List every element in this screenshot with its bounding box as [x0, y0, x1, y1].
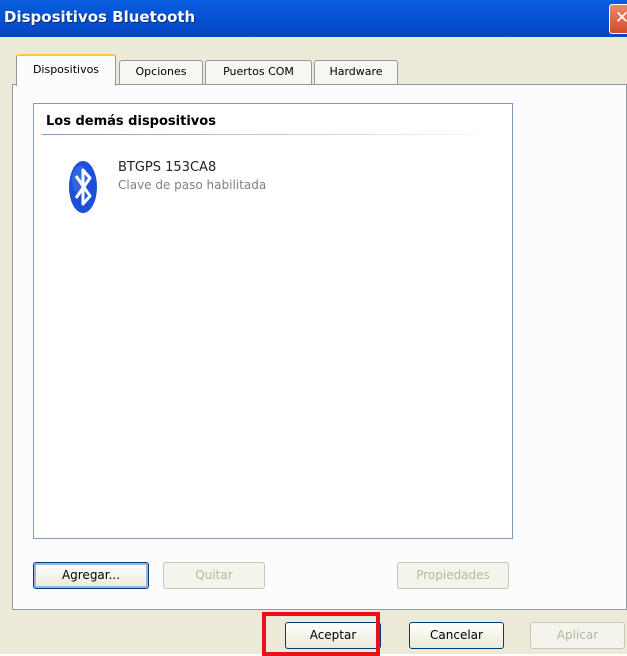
- properties-button[interactable]: Propiedades: [397, 562, 509, 589]
- bluetooth-icon: [69, 161, 97, 213]
- bluetooth-devices-dialog: Dispositivos Bluetooth ✕ Dispositivos Op…: [0, 0, 627, 656]
- tab-label: Opciones: [135, 65, 187, 78]
- tab-label: Hardware: [329, 65, 383, 78]
- highlight-box: [262, 612, 380, 656]
- tab-puertos-com[interactable]: Puertos COM: [205, 60, 312, 84]
- tab-dispositivos[interactable]: Dispositivos: [16, 54, 116, 86]
- window-title: Dispositivos Bluetooth: [4, 8, 196, 26]
- title-bar[interactable]: Dispositivos Bluetooth ✕: [0, 0, 627, 37]
- remove-button[interactable]: Quitar: [163, 562, 265, 589]
- group-divider: [42, 134, 502, 135]
- device-name: BTGPS 153CA8: [118, 160, 217, 175]
- device-status: Clave de paso habilitada: [118, 178, 267, 192]
- tab-label: Dispositivos: [32, 63, 100, 76]
- cancel-button[interactable]: Cancelar: [409, 622, 504, 649]
- apply-button[interactable]: Aplicar: [530, 622, 625, 649]
- add-button[interactable]: Agregar...: [33, 562, 149, 589]
- device-item[interactable]: BTGPS 153CA8 Clave de paso habilitada: [68, 160, 368, 220]
- tab-hardware[interactable]: Hardware: [314, 60, 398, 84]
- tab-opciones[interactable]: Opciones: [119, 60, 203, 84]
- close-icon: ✕: [614, 8, 627, 28]
- close-button[interactable]: ✕: [609, 4, 627, 34]
- tab-label: Puertos COM: [223, 65, 294, 78]
- device-list[interactable]: Los demás dispositivos BTGPS 153CA8 Clav…: [33, 103, 513, 539]
- group-header: Los demás dispositivos: [46, 114, 216, 129]
